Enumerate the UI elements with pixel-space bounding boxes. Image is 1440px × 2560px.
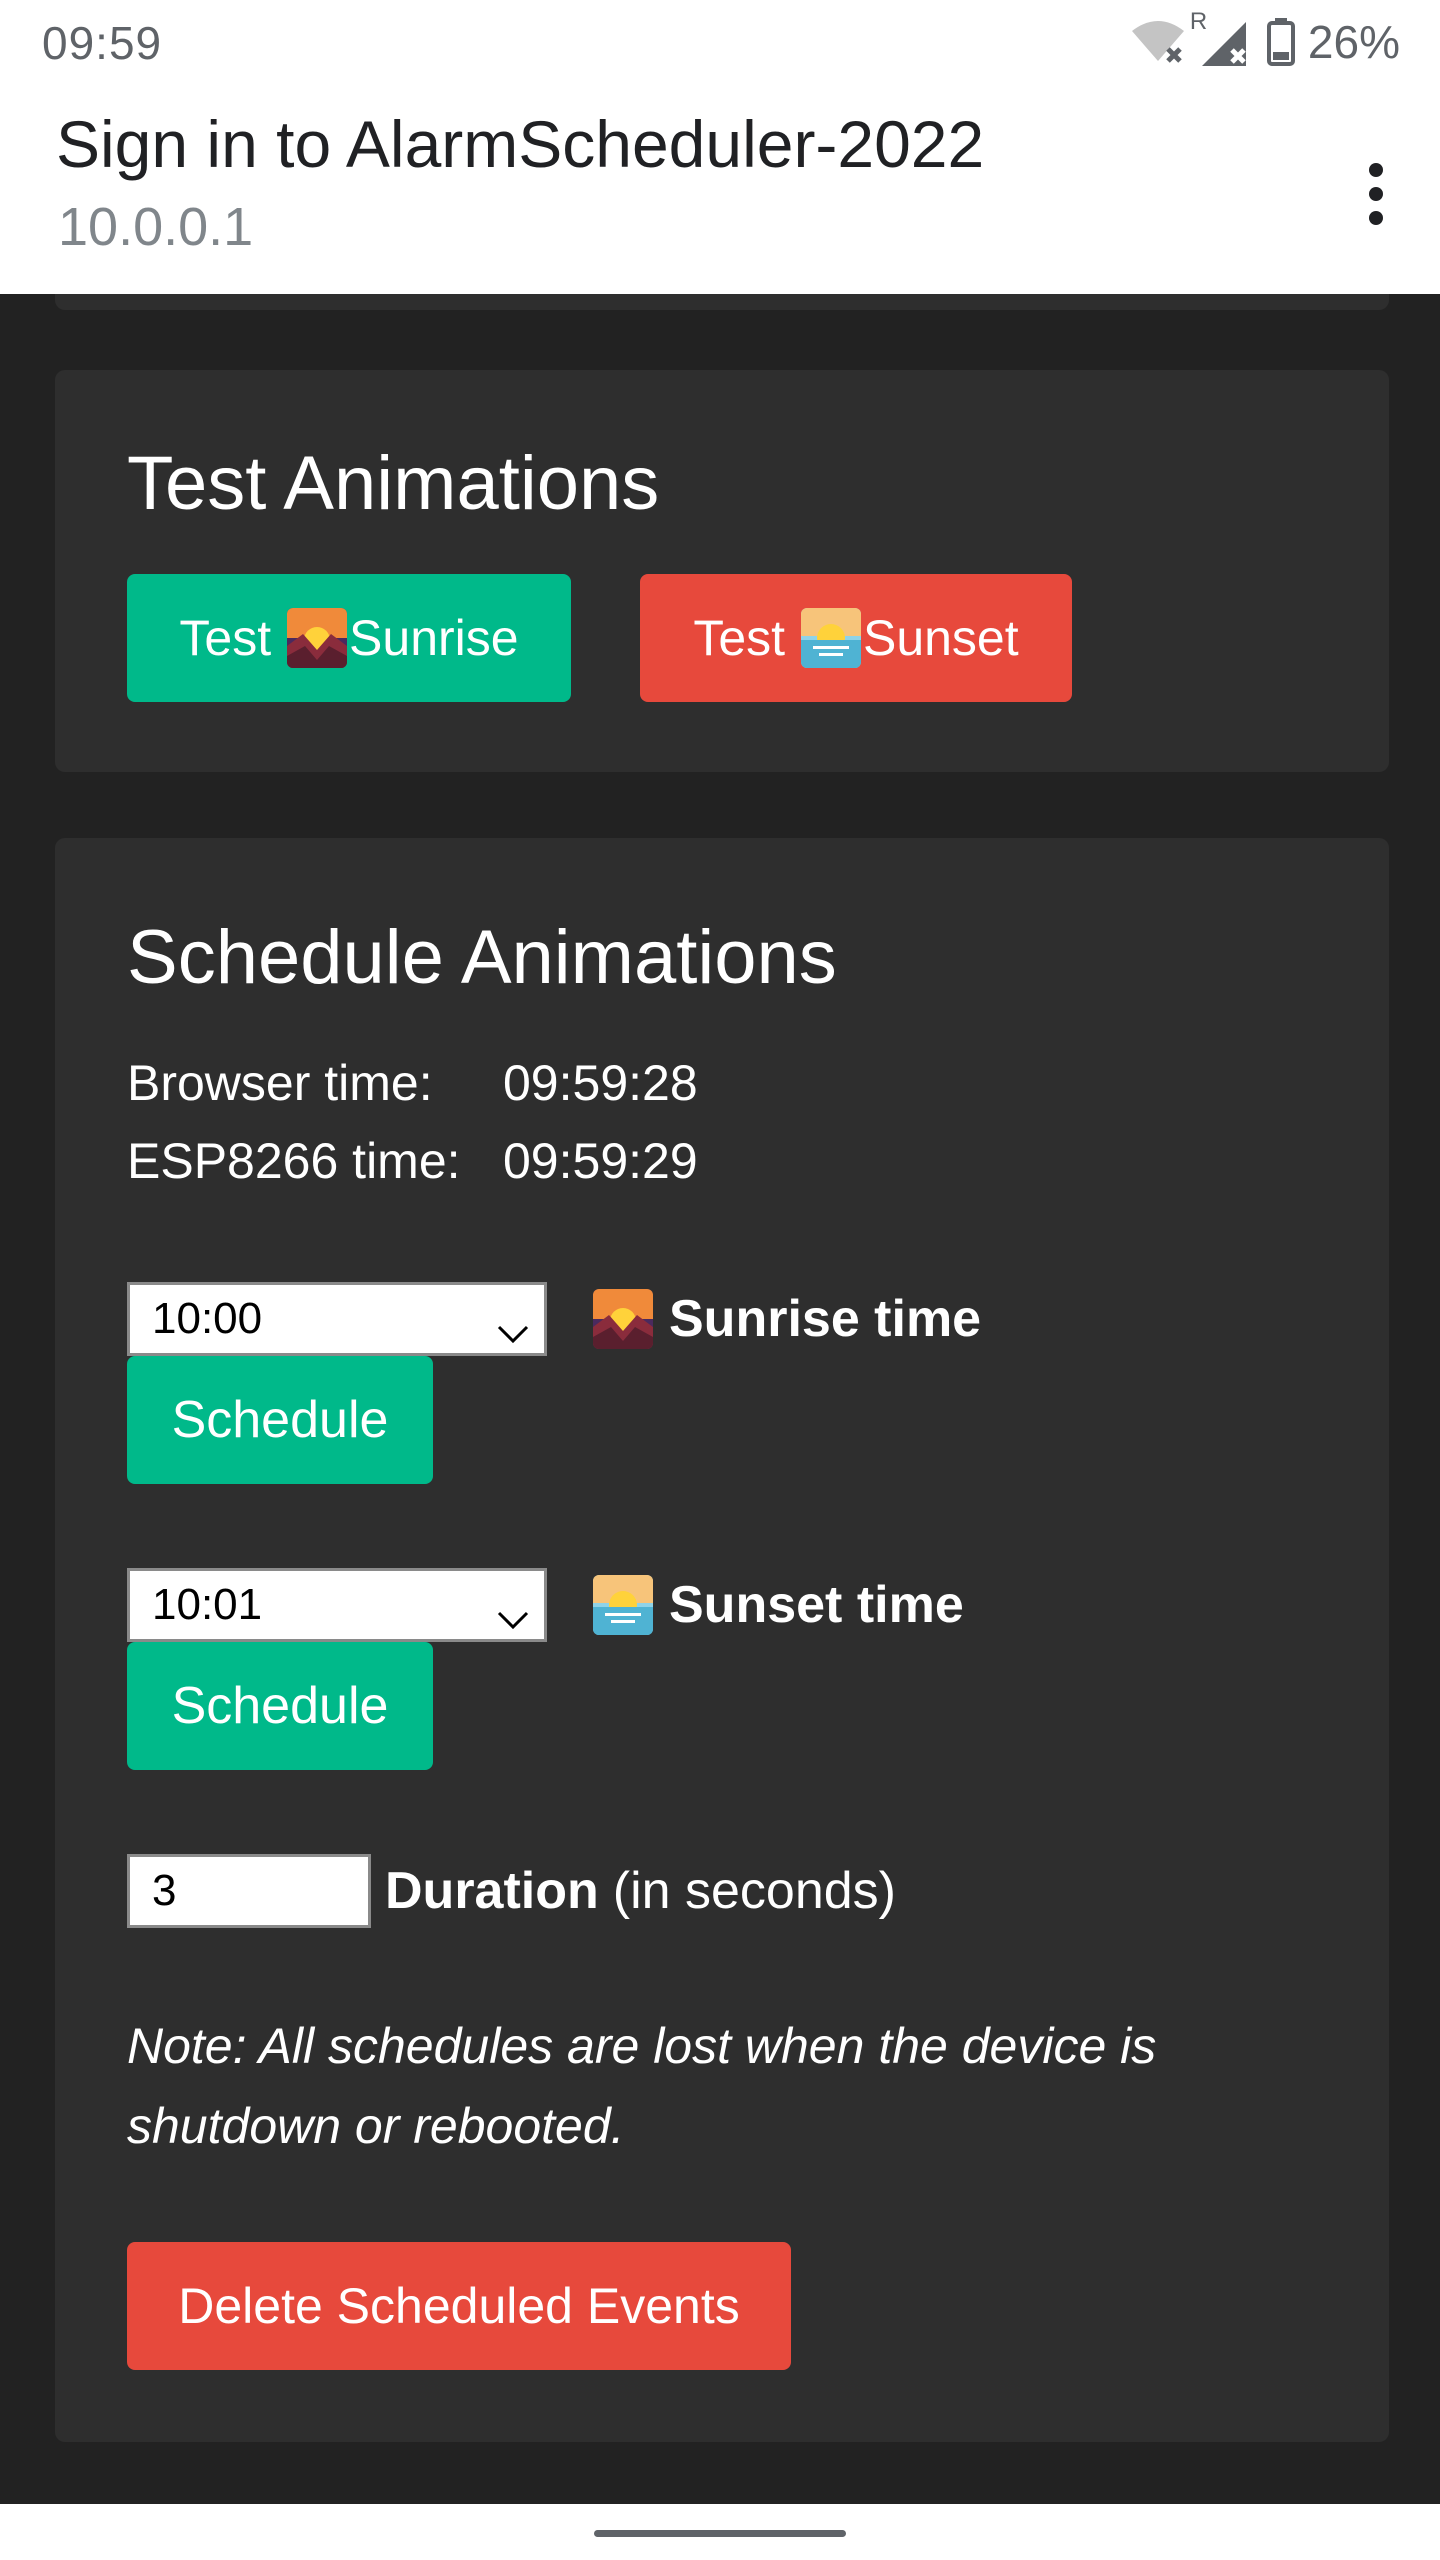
battery-icon <box>1266 18 1296 66</box>
test-sunset-button[interactable]: Test Sunset <box>640 574 1072 702</box>
wifi-off-icon <box>1130 17 1186 67</box>
page-title: Sign in to AlarmScheduler-2022 <box>56 107 985 181</box>
sunrise-icon <box>800 608 861 668</box>
sunset-time-label-text: Sunset time <box>669 1576 964 1634</box>
schedule-animations-card: Schedule Animations Browser time: 09:59:… <box>55 838 1389 2442</box>
status-time: 09:59 <box>42 17 163 69</box>
status-icons: R 26% <box>1130 8 1400 70</box>
page-content: Test Animations Test Sunrise Test Sunset… <box>0 294 1440 2504</box>
test-animations-heading: Test Animations <box>127 441 660 526</box>
more-vert-icon[interactable] <box>1356 146 1396 242</box>
sunrise-icon <box>593 1575 653 1635</box>
duration-label-bold: Duration <box>385 1862 599 1920</box>
schedule-sunset-button[interactable]: Schedule <box>127 1642 433 1770</box>
duration-input[interactable] <box>127 1854 371 1928</box>
esp-time-value: 09:59:29 <box>503 1133 698 1189</box>
test-sunset-label: Sunset <box>862 610 1019 666</box>
schedule-animations-heading: Schedule Animations <box>127 915 837 1000</box>
status-bar: 09:59 R 26% <box>0 0 1440 84</box>
system-nav-bar <box>0 2504 1440 2560</box>
schedules-note: Note: All schedules are lost when the de… <box>127 2018 1157 2154</box>
chevron-down-icon <box>496 1593 530 1643</box>
chevron-down-icon <box>496 1307 530 1357</box>
browser-time-value: 09:59:28 <box>503 1055 698 1111</box>
roaming-signal-off-icon: R <box>1190 8 1254 70</box>
sunrise-over-mountains-icon <box>593 1289 653 1349</box>
test-sunset-prefix: Test <box>693 610 786 666</box>
esp-time-label: ESP8266 time: <box>127 1133 461 1189</box>
sunrise-time-select[interactable]: 10:00 <box>127 1282 547 1356</box>
previous-card-edge <box>55 294 1389 310</box>
browser-time-label: Browser time: <box>127 1055 433 1111</box>
test-sunrise-label: Sunrise <box>349 610 519 666</box>
test-animations-card: Test Animations Test Sunrise Test Sunset <box>55 370 1389 772</box>
battery-percent: 26% <box>1307 16 1400 68</box>
page-url: 10.0.0.1 <box>58 197 254 257</box>
test-sunrise-prefix: Test <box>179 610 272 666</box>
sunset-time-selected-value: 10:01 <box>152 1580 263 1629</box>
sunset-time-select[interactable]: 10:01 <box>127 1568 547 1642</box>
delete-scheduled-events-button[interactable]: Delete Scheduled Events <box>127 2242 791 2370</box>
roaming-indicator: R <box>1189 8 1208 35</box>
sunset-time-label: Sunset time <box>591 1568 964 1642</box>
browser-header: Sign in to AlarmScheduler-2022 10.0.0.1 <box>0 84 1440 294</box>
duration-label-suffix: (in seconds) <box>612 1862 896 1920</box>
sunrise-time-label: Sunrise time <box>591 1282 981 1356</box>
sunrise-over-mountains-icon <box>287 608 348 668</box>
gesture-handle[interactable] <box>594 2530 846 2537</box>
schedule-sunrise-button[interactable]: Schedule <box>127 1356 433 1484</box>
test-sunrise-button[interactable]: Test Sunrise <box>127 574 571 702</box>
duration-label: Duration (in seconds) <box>385 1854 896 1928</box>
sunrise-time-selected-value: 10:00 <box>152 1294 263 1343</box>
sunrise-time-label-text: Sunrise time <box>669 1290 982 1348</box>
